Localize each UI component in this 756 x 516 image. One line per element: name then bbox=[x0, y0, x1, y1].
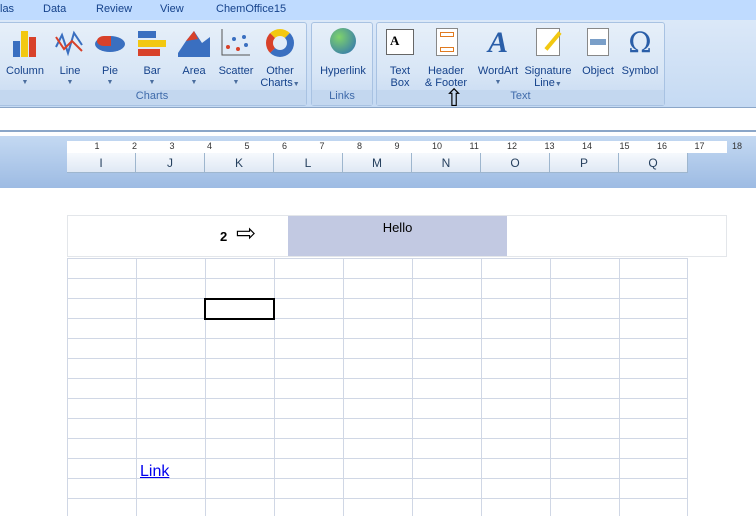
column-chart-button[interactable]: Column ▼ bbox=[4, 27, 46, 89]
column-header[interactable]: M bbox=[343, 153, 412, 173]
ribbon: Column ▼ Line ▼ Pie ▼ Bar ▼ Area ▼ Scatter ▼ O… bbox=[0, 20, 756, 108]
column-header[interactable]: L bbox=[274, 153, 343, 173]
column-header[interactable]: P bbox=[550, 153, 619, 173]
column-chart-icon bbox=[9, 27, 41, 59]
ruler-tick-label: 15 bbox=[619, 141, 630, 151]
hyperlink-button[interactable]: Hyperlink bbox=[315, 27, 371, 77]
scatter-chart-icon bbox=[220, 27, 252, 59]
ruler-tick-label: 8 bbox=[357, 141, 363, 151]
ruler-area: 1 2 3 4 5 6 7 8 9 10 11 12 13 14 15 16 17 18 IJKLMNOPQ bbox=[0, 136, 756, 188]
doughnut-chart-icon bbox=[264, 27, 296, 59]
column-header[interactable]: K bbox=[205, 153, 274, 173]
object-icon bbox=[582, 27, 614, 59]
ruler-tick-label: 4 bbox=[207, 141, 213, 151]
text-group: A Text Box Header & Footer A WordArt ▼ Signat… bbox=[376, 22, 665, 106]
header-footer-button[interactable]: Header & Footer bbox=[421, 27, 471, 89]
column-header[interactable]: N bbox=[412, 153, 481, 173]
ruler-tick-label: 3 bbox=[169, 141, 175, 151]
ruler-tick-label: 7 bbox=[319, 141, 325, 151]
ruler-tick-label: 14 bbox=[582, 141, 593, 151]
charts-group-label: Charts bbox=[0, 90, 306, 105]
wordart-icon: A bbox=[487, 26, 508, 59]
area-chart-button[interactable]: Area ▼ bbox=[176, 27, 212, 89]
menu-view[interactable]: View bbox=[160, 3, 184, 15]
menu-chemoffice[interactable]: ChemOffice15 bbox=[216, 3, 286, 15]
ruler-tick-label: 2 bbox=[132, 141, 138, 151]
text-box-button[interactable]: A Text Box bbox=[383, 27, 417, 89]
annotation-2: 2 bbox=[220, 229, 228, 244]
hyperlink-cell[interactable]: Link bbox=[140, 463, 169, 481]
menu-formulas[interactable]: las bbox=[0, 3, 14, 15]
area-chart-icon bbox=[178, 27, 210, 59]
horizontal-ruler[interactable]: 1 2 3 4 5 6 7 8 9 10 11 12 13 14 15 16 17 18 bbox=[67, 141, 742, 153]
pie-chart-icon bbox=[94, 27, 126, 59]
signature-pen-icon bbox=[532, 27, 564, 59]
bar-chart-button[interactable]: Bar ▼ bbox=[134, 27, 170, 89]
up-arrow-annotation: ⇧ bbox=[444, 85, 465, 112]
links-group: Hyperlink Links bbox=[311, 22, 373, 106]
charts-group: Column ▼ Line ▼ Pie ▼ Bar ▼ Area ▼ Scatter ▼ O… bbox=[0, 22, 307, 106]
ruler-tick-label: 18 bbox=[732, 141, 743, 151]
ruler-tick-label: 6 bbox=[282, 141, 288, 151]
column-header[interactable]: O bbox=[481, 153, 550, 173]
ruler-tick-label: 12 bbox=[507, 141, 518, 151]
globe-link-icon bbox=[327, 27, 359, 59]
links-group-label: Links bbox=[312, 90, 372, 105]
wordart-button[interactable]: A WordArt ▼ bbox=[475, 27, 521, 89]
line-chart-button[interactable]: Line ▼ bbox=[50, 27, 90, 89]
column-header[interactable]: Q bbox=[619, 153, 688, 173]
text-box-icon: A bbox=[384, 27, 416, 59]
ruler-tick-label: 17 bbox=[694, 141, 705, 151]
column-header[interactable]: J bbox=[136, 153, 205, 173]
bar-chart-icon bbox=[136, 27, 168, 59]
header-footer-icon bbox=[430, 27, 462, 59]
active-cell[interactable] bbox=[204, 298, 275, 320]
signature-line-button[interactable]: Signature Line▼ bbox=[523, 27, 573, 91]
ruler-tick-label: 5 bbox=[244, 141, 250, 151]
ruler-tick-label: 13 bbox=[544, 141, 555, 151]
center-header-section[interactable]: Hello bbox=[288, 216, 507, 256]
column-header[interactable]: I bbox=[67, 153, 136, 173]
omega-icon: Ω bbox=[628, 26, 652, 59]
other-charts-button[interactable]: Other Charts▼ bbox=[260, 27, 300, 91]
scatter-chart-button[interactable]: Scatter ▼ bbox=[216, 27, 256, 89]
ruler-tick-label: 9 bbox=[394, 141, 400, 151]
ruler-tick-label: 10 bbox=[432, 141, 443, 151]
text-group-label: Text bbox=[377, 90, 664, 105]
symbol-button[interactable]: Ω Symbol bbox=[619, 26, 661, 78]
line-chart-icon bbox=[54, 27, 86, 59]
ruler-tick-label: 1 bbox=[94, 141, 100, 151]
formula-bar[interactable] bbox=[0, 110, 756, 132]
ruler-tick-label: 11 bbox=[469, 141, 479, 151]
menu-data[interactable]: Data bbox=[43, 3, 66, 15]
pie-chart-button[interactable]: Pie ▼ bbox=[92, 27, 128, 89]
menu-bar: las Data Review View ChemOffice15 bbox=[0, 0, 756, 20]
menu-review[interactable]: Review bbox=[96, 3, 132, 15]
right-arrow-annotation: ⇨ bbox=[236, 220, 257, 247]
ruler-tick-label: 16 bbox=[657, 141, 668, 151]
object-button[interactable]: Object bbox=[579, 27, 617, 77]
